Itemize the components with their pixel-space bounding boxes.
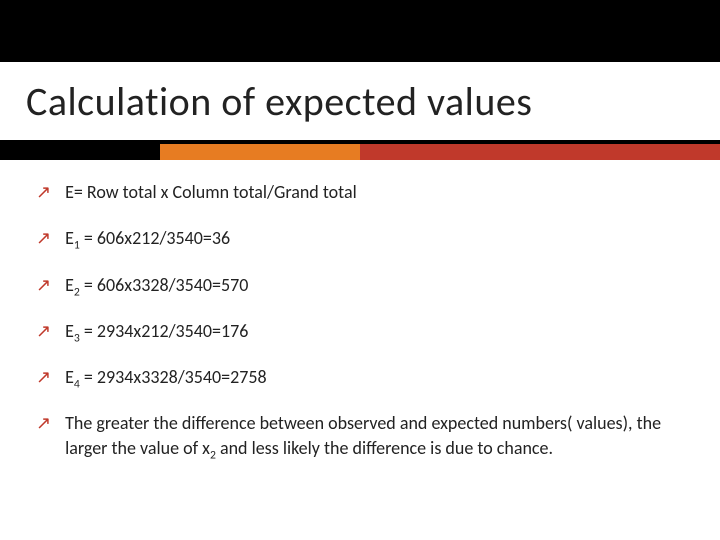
text-pre: E [65, 320, 74, 342]
bullet-text: E2 = 606x3328/3540=570 [65, 273, 684, 297]
bullet-text: E= Row total x Column total/Grand total [65, 180, 684, 204]
arrow-icon: ↗ [36, 226, 51, 250]
accent-color-band [0, 144, 720, 160]
arrow-icon: ↗ [36, 411, 51, 435]
band-segment-orange [160, 144, 360, 160]
text-post: and less likely the difference is due to… [216, 437, 553, 459]
bullet-text: E1 = 606x212/3540=36 [65, 226, 684, 250]
text-post: = 2934x3328/3540=2758 [80, 366, 267, 388]
top-dark-bar [0, 0, 720, 62]
slide-title: Calculation of expected values [26, 77, 532, 126]
text-pre: E [65, 227, 74, 249]
title-area: Calculation of expected values [0, 62, 720, 140]
bullet-text: E4 = 2934x3328/3540=2758 [65, 365, 684, 389]
bullet-text: E3 = 2934x212/3540=176 [65, 319, 684, 343]
arrow-icon: ↗ [36, 180, 51, 204]
band-segment-red [360, 144, 720, 160]
bullet-item: ↗ E3 = 2934x212/3540=176 [36, 319, 684, 343]
band-segment-black [0, 144, 160, 160]
text-post: = 606x212/3540=36 [80, 227, 230, 249]
arrow-icon: ↗ [36, 273, 51, 297]
bullet-item: ↗ E2 = 606x3328/3540=570 [36, 273, 684, 297]
bullet-text: The greater the difference between obser… [65, 411, 684, 460]
text-pre: E [65, 274, 74, 296]
content-area: ↗ E= Row total x Column total/Grand tota… [0, 160, 720, 460]
text-post: = 2934x212/3540=176 [80, 320, 249, 342]
bullet-item: ↗ The greater the difference between obs… [36, 411, 684, 460]
arrow-icon: ↗ [36, 319, 51, 343]
bullet-item: ↗ E= Row total x Column total/Grand tota… [36, 180, 684, 204]
arrow-icon: ↗ [36, 365, 51, 389]
bullet-item: ↗ E1 = 606x212/3540=36 [36, 226, 684, 250]
bullet-item: ↗ E4 = 2934x3328/3540=2758 [36, 365, 684, 389]
text-pre: E [65, 366, 74, 388]
text-post: = 606x3328/3540=570 [80, 274, 249, 296]
